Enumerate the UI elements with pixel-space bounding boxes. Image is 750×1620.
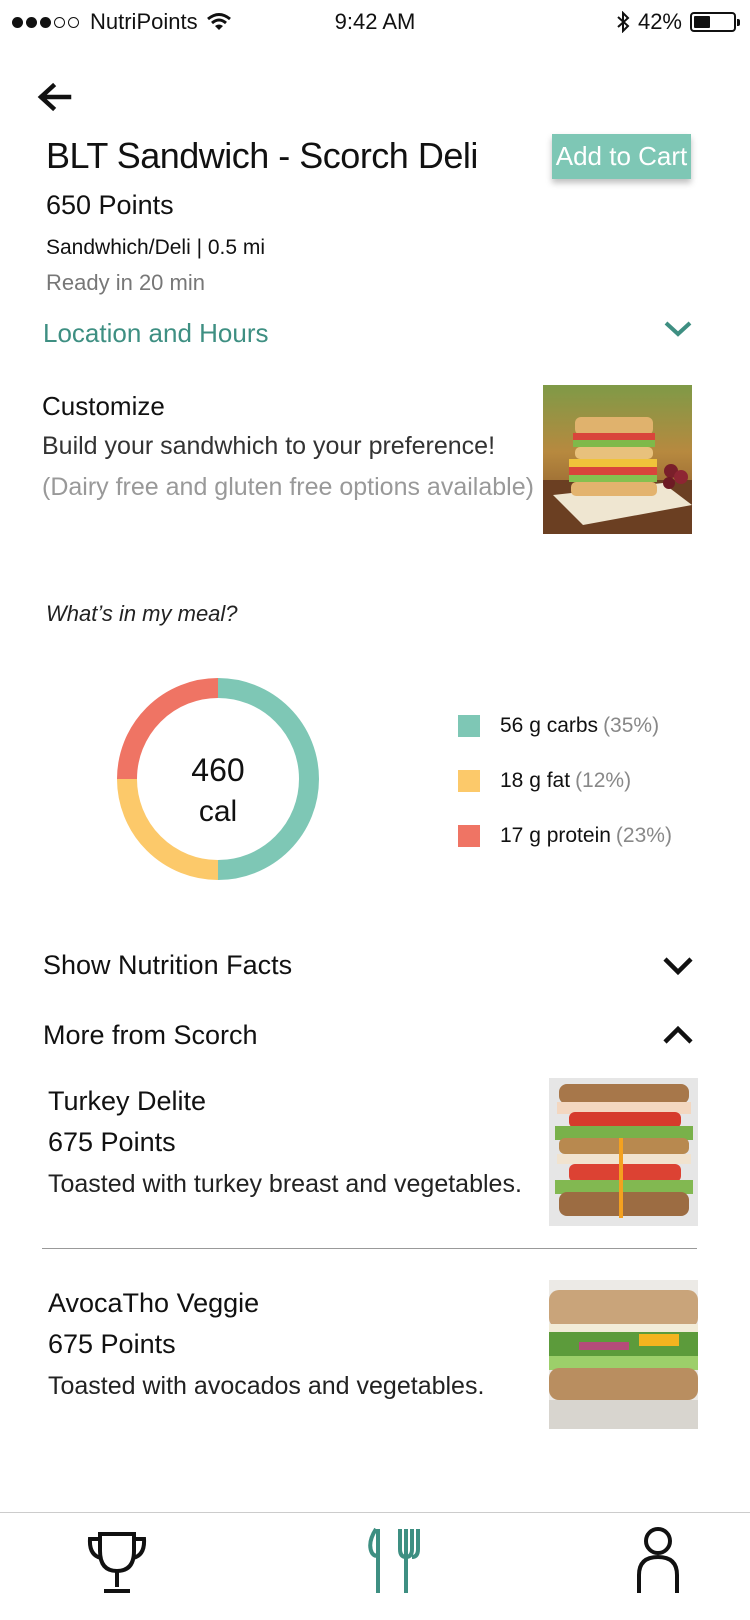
- chevron-up-icon[interactable]: [662, 1024, 694, 1046]
- chevron-down-icon[interactable]: [662, 955, 694, 977]
- fork-knife-icon[interactable]: [366, 1527, 428, 1595]
- item-points: 650 Points: [46, 190, 174, 220]
- legend-percent: (23%): [615, 824, 672, 847]
- meal-question: What’s in my meal?: [46, 601, 238, 626]
- legend-label: 17 g protein: [500, 824, 611, 847]
- status-bar: NutriPoints 9:42 AM 42%: [0, 0, 750, 44]
- customize-note: (Dairy free and gluten free options avai…: [42, 473, 534, 501]
- blt-sandwich-photo[interactable]: [543, 385, 692, 534]
- macro-legend: 56 g carbs (35%) 18 g fat (12%) 17 g pro…: [458, 714, 672, 848]
- turkey-sandwich-photo[interactable]: [549, 1078, 698, 1226]
- battery-fill: [694, 16, 710, 28]
- legend-swatch: [458, 770, 480, 792]
- list-divider: [42, 1248, 697, 1249]
- list-item-points: 675 Points: [48, 1329, 176, 1359]
- customize-subtitle: Build your sandwhich to your preference!: [42, 432, 496, 460]
- battery-percent: 42%: [637, 9, 682, 34]
- veggie-sandwich-photo[interactable]: [549, 1280, 698, 1429]
- item-title: BLT Sandwich - Scorch Deli: [46, 135, 478, 176]
- calories-unit: cal: [199, 795, 237, 828]
- list-item-description: Toasted with turkey breast and vegetable…: [48, 1170, 522, 1198]
- legend-item-fat: 18 g fat (12%): [458, 769, 672, 793]
- status-right: 42%: [616, 9, 740, 35]
- item-category-distance: Sandwhich/Deli | 0.5 mi: [46, 236, 266, 259]
- legend-percent: (12%): [575, 769, 632, 792]
- more-from-scorch-toggle[interactable]: More from Scorch: [43, 1020, 258, 1051]
- legend-swatch: [458, 715, 480, 737]
- trophy-icon[interactable]: [86, 1531, 148, 1595]
- list-item-description: Toasted with avocados and vegetables.: [48, 1372, 485, 1400]
- legend-percent: (35%): [603, 714, 660, 737]
- list-item-name: AvocaTho Veggie: [48, 1288, 260, 1318]
- ready-time: Ready in 20 min: [46, 270, 205, 295]
- legend-label: 56 g carbs: [500, 714, 599, 737]
- list-item-points: 675 Points: [48, 1127, 176, 1157]
- calories-value: 460: [191, 752, 244, 788]
- arrow-left-icon[interactable]: [36, 82, 72, 112]
- customize-title: Customize: [42, 391, 165, 421]
- battery-icon: [690, 12, 740, 32]
- add-to-cart-button[interactable]: Add to Cart: [552, 134, 691, 179]
- legend-label: 18 g fat: [500, 769, 571, 792]
- location-hours-toggle[interactable]: Location and Hours: [43, 318, 268, 349]
- show-nutrition-facts-toggle[interactable]: Show Nutrition Facts: [43, 950, 292, 981]
- legend-swatch: [458, 825, 480, 847]
- bluetooth-icon: [617, 11, 630, 33]
- chevron-down-icon[interactable]: [663, 319, 693, 339]
- list-item-name: Turkey Delite: [48, 1086, 207, 1116]
- legend-item-carbs: 56 g carbs (35%): [458, 714, 672, 738]
- person-icon[interactable]: [636, 1527, 680, 1595]
- legend-item-protein: 17 g protein (23%): [458, 824, 672, 848]
- calorie-donut-chart: 460 cal: [117, 678, 319, 880]
- tab-bar: [0, 1512, 750, 1620]
